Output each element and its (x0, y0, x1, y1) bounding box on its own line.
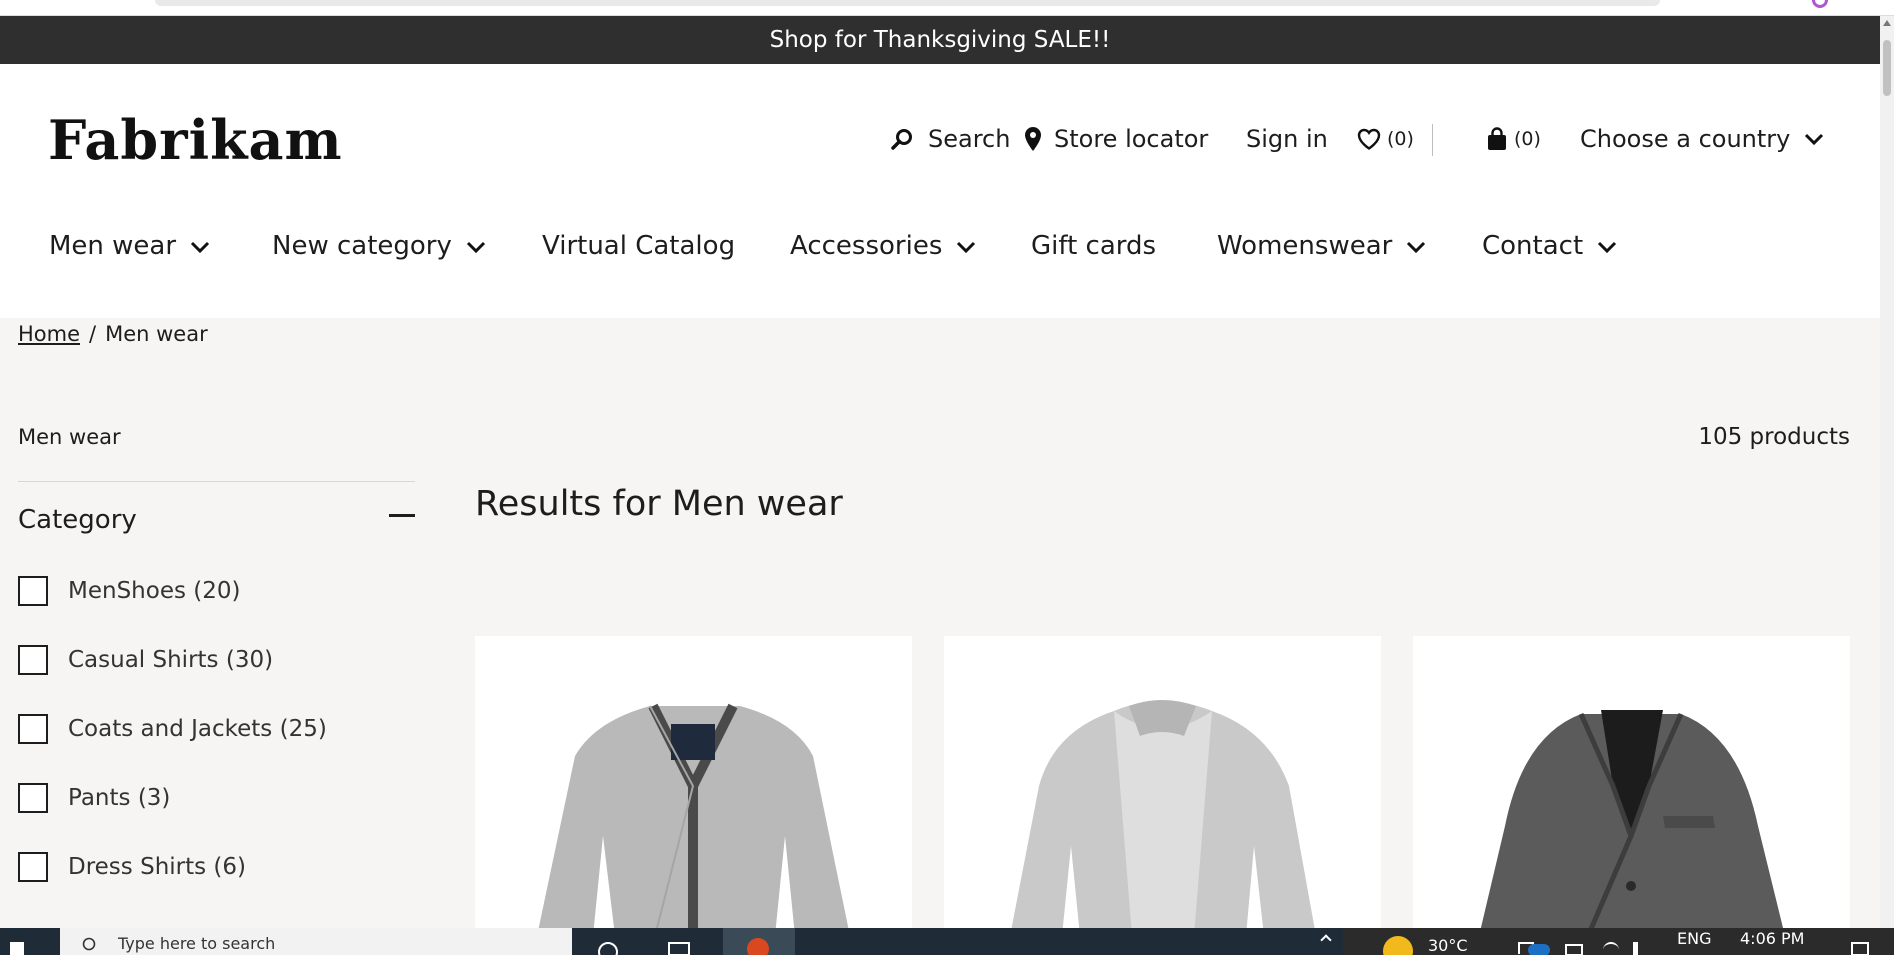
facet-checkbox[interactable] (18, 576, 48, 606)
clock-time[interactable]: 4:06 PM (1740, 929, 1804, 948)
chevron-down-icon (190, 231, 210, 261)
nav-item-label: Men wear (49, 231, 177, 261)
nav-item-gift-cards[interactable]: Gift cards (1031, 224, 1156, 268)
weather-sun-icon[interactable] (1383, 936, 1413, 955)
nav-item-label: New category (272, 231, 452, 261)
chevron-down-icon (1804, 132, 1824, 146)
facet-checkbox[interactable] (18, 783, 48, 813)
wishlist-count: (0) (1387, 128, 1414, 150)
nav-item-label: Accessories (790, 231, 943, 261)
search-link[interactable]: Search (890, 122, 1010, 156)
wifi-icon[interactable] (1603, 942, 1619, 955)
taskbar-browser-app[interactable] (723, 928, 795, 955)
wishlist-link[interactable]: (0) (1357, 122, 1414, 156)
onedrive-icon[interactable] (1528, 944, 1550, 955)
facet-label: Pants (3) (68, 785, 171, 811)
cart-link[interactable]: (0) (1486, 122, 1541, 156)
collapse-minus-icon[interactable] (389, 514, 415, 517)
profile-icon[interactable] (1812, 0, 1828, 8)
notification-icon[interactable] (1851, 942, 1869, 955)
country-selector[interactable]: Choose a country (1580, 122, 1824, 156)
store-locator-link[interactable]: Store locator (1024, 122, 1208, 156)
shopping-bag-icon (1486, 127, 1508, 151)
facet-checkbox[interactable] (18, 852, 48, 882)
page-scrollbar[interactable] (1880, 16, 1894, 929)
product-count: 105 products (1698, 424, 1850, 450)
product-card[interactable] (475, 636, 912, 936)
facet-checkbox[interactable] (18, 714, 48, 744)
site-logo[interactable]: Fabrikam (48, 108, 343, 172)
promo-text: Shop for Thanksgiving SALE!! (769, 27, 1111, 53)
category-heading[interactable]: Category (18, 505, 137, 535)
facet-coats-and-jackets[interactable]: Coats and Jackets (25) (18, 712, 327, 746)
nav-item-label: Womenswear (1217, 231, 1393, 261)
chevron-down-icon (1406, 231, 1426, 261)
cart-count: (0) (1514, 128, 1541, 150)
store-locator-label: Store locator (1054, 125, 1209, 153)
chevron-down-icon (1597, 231, 1617, 261)
nav-item-label: Virtual Catalog (542, 231, 736, 261)
sidebar-divider (18, 481, 415, 482)
nav-item-new-category[interactable]: New category (272, 224, 486, 268)
facet-label: Coats and Jackets (25) (68, 716, 327, 742)
chevron-down-icon (466, 231, 486, 261)
grey-cardigan-dark-trim-image (537, 703, 850, 936)
os-taskbar: Type here to search 30°C ENG 4:06 PM (0, 928, 1894, 955)
cortana-icon[interactable] (598, 942, 618, 955)
sidebar-title: Men wear (18, 425, 121, 449)
nav-item-womenswear[interactable]: Womenswear (1217, 224, 1426, 268)
scroll-up-arrow-icon[interactable] (1883, 20, 1891, 26)
nav-item-label: Gift cards (1031, 231, 1157, 261)
search-label: Search (928, 125, 1011, 153)
heart-icon (1357, 128, 1381, 150)
chevron-down-icon (956, 231, 976, 261)
system-tray: 30°C ENG 4:06 PM (1343, 928, 1894, 955)
promo-banner: Shop for Thanksgiving SALE!! (0, 16, 1880, 64)
windows-start-icon[interactable] (10, 942, 24, 955)
address-bar-edge[interactable] (155, 0, 1660, 6)
facet-label: Casual Shirts (30) (68, 647, 274, 673)
facet-casual-shirts[interactable]: Casual Shirts (30) (18, 643, 273, 677)
sign-in-link[interactable]: Sign in (1246, 122, 1328, 156)
search-icon (82, 937, 98, 955)
volume-icon[interactable] (1633, 942, 1647, 955)
charcoal-tweed-blazer-image (1479, 710, 1785, 936)
nav-item-men-wear[interactable]: Men wear (49, 224, 210, 268)
language-indicator[interactable]: ENG (1677, 929, 1711, 948)
page: Shop for Thanksgiving SALE!! Fabrikam Se… (0, 0, 1894, 955)
breadcrumb-current: Men wear (105, 322, 208, 346)
search-icon (890, 127, 914, 151)
display-icon[interactable] (1565, 944, 1583, 955)
taskbar-search-placeholder: Type here to search (118, 934, 276, 953)
breadcrumb: Home / Men wear (18, 322, 208, 346)
browser-chrome-edge (0, 0, 1894, 16)
site-header: Fabrikam Search Store locator Sign in (0… (0, 64, 1880, 318)
product-card[interactable] (944, 636, 1381, 936)
facet-menshoes[interactable]: MenShoes (20) (18, 574, 240, 608)
taskbar-search-box[interactable]: Type here to search (60, 928, 572, 955)
facet-checkbox[interactable] (18, 645, 48, 675)
task-view-icon[interactable] (668, 942, 690, 955)
product-card[interactable] (1413, 636, 1850, 936)
scrollbar-thumb[interactable] (1883, 40, 1891, 96)
breadcrumb-separator: / (89, 322, 97, 346)
facet-label: Dress Shirts (6) (68, 854, 247, 880)
facet-dress-shirts[interactable]: Dress Shirts (6) (18, 850, 246, 884)
nav-item-accessories[interactable]: Accessories (790, 224, 976, 268)
nav-item-virtual-catalog[interactable]: Virtual Catalog (542, 224, 735, 268)
results-heading: Results for Men wear (475, 484, 843, 524)
breadcrumb-home-link[interactable]: Home (18, 322, 80, 346)
sign-in-label: Sign in (1246, 125, 1328, 153)
facet-label: MenShoes (20) (68, 578, 241, 604)
country-label: Choose a country (1580, 125, 1791, 153)
browser-app-icon (747, 938, 769, 955)
nav-item-label: Contact (1482, 231, 1584, 261)
weather-temperature: 30°C (1428, 936, 1468, 955)
facet-pants[interactable]: Pants (3) (18, 781, 170, 815)
chevron-up-icon[interactable] (1320, 934, 1332, 946)
header-divider (1432, 124, 1433, 156)
light-grey-open-cardigan-image (1010, 700, 1316, 936)
map-pin-icon (1024, 126, 1042, 152)
nav-item-contact[interactable]: Contact (1482, 224, 1617, 268)
